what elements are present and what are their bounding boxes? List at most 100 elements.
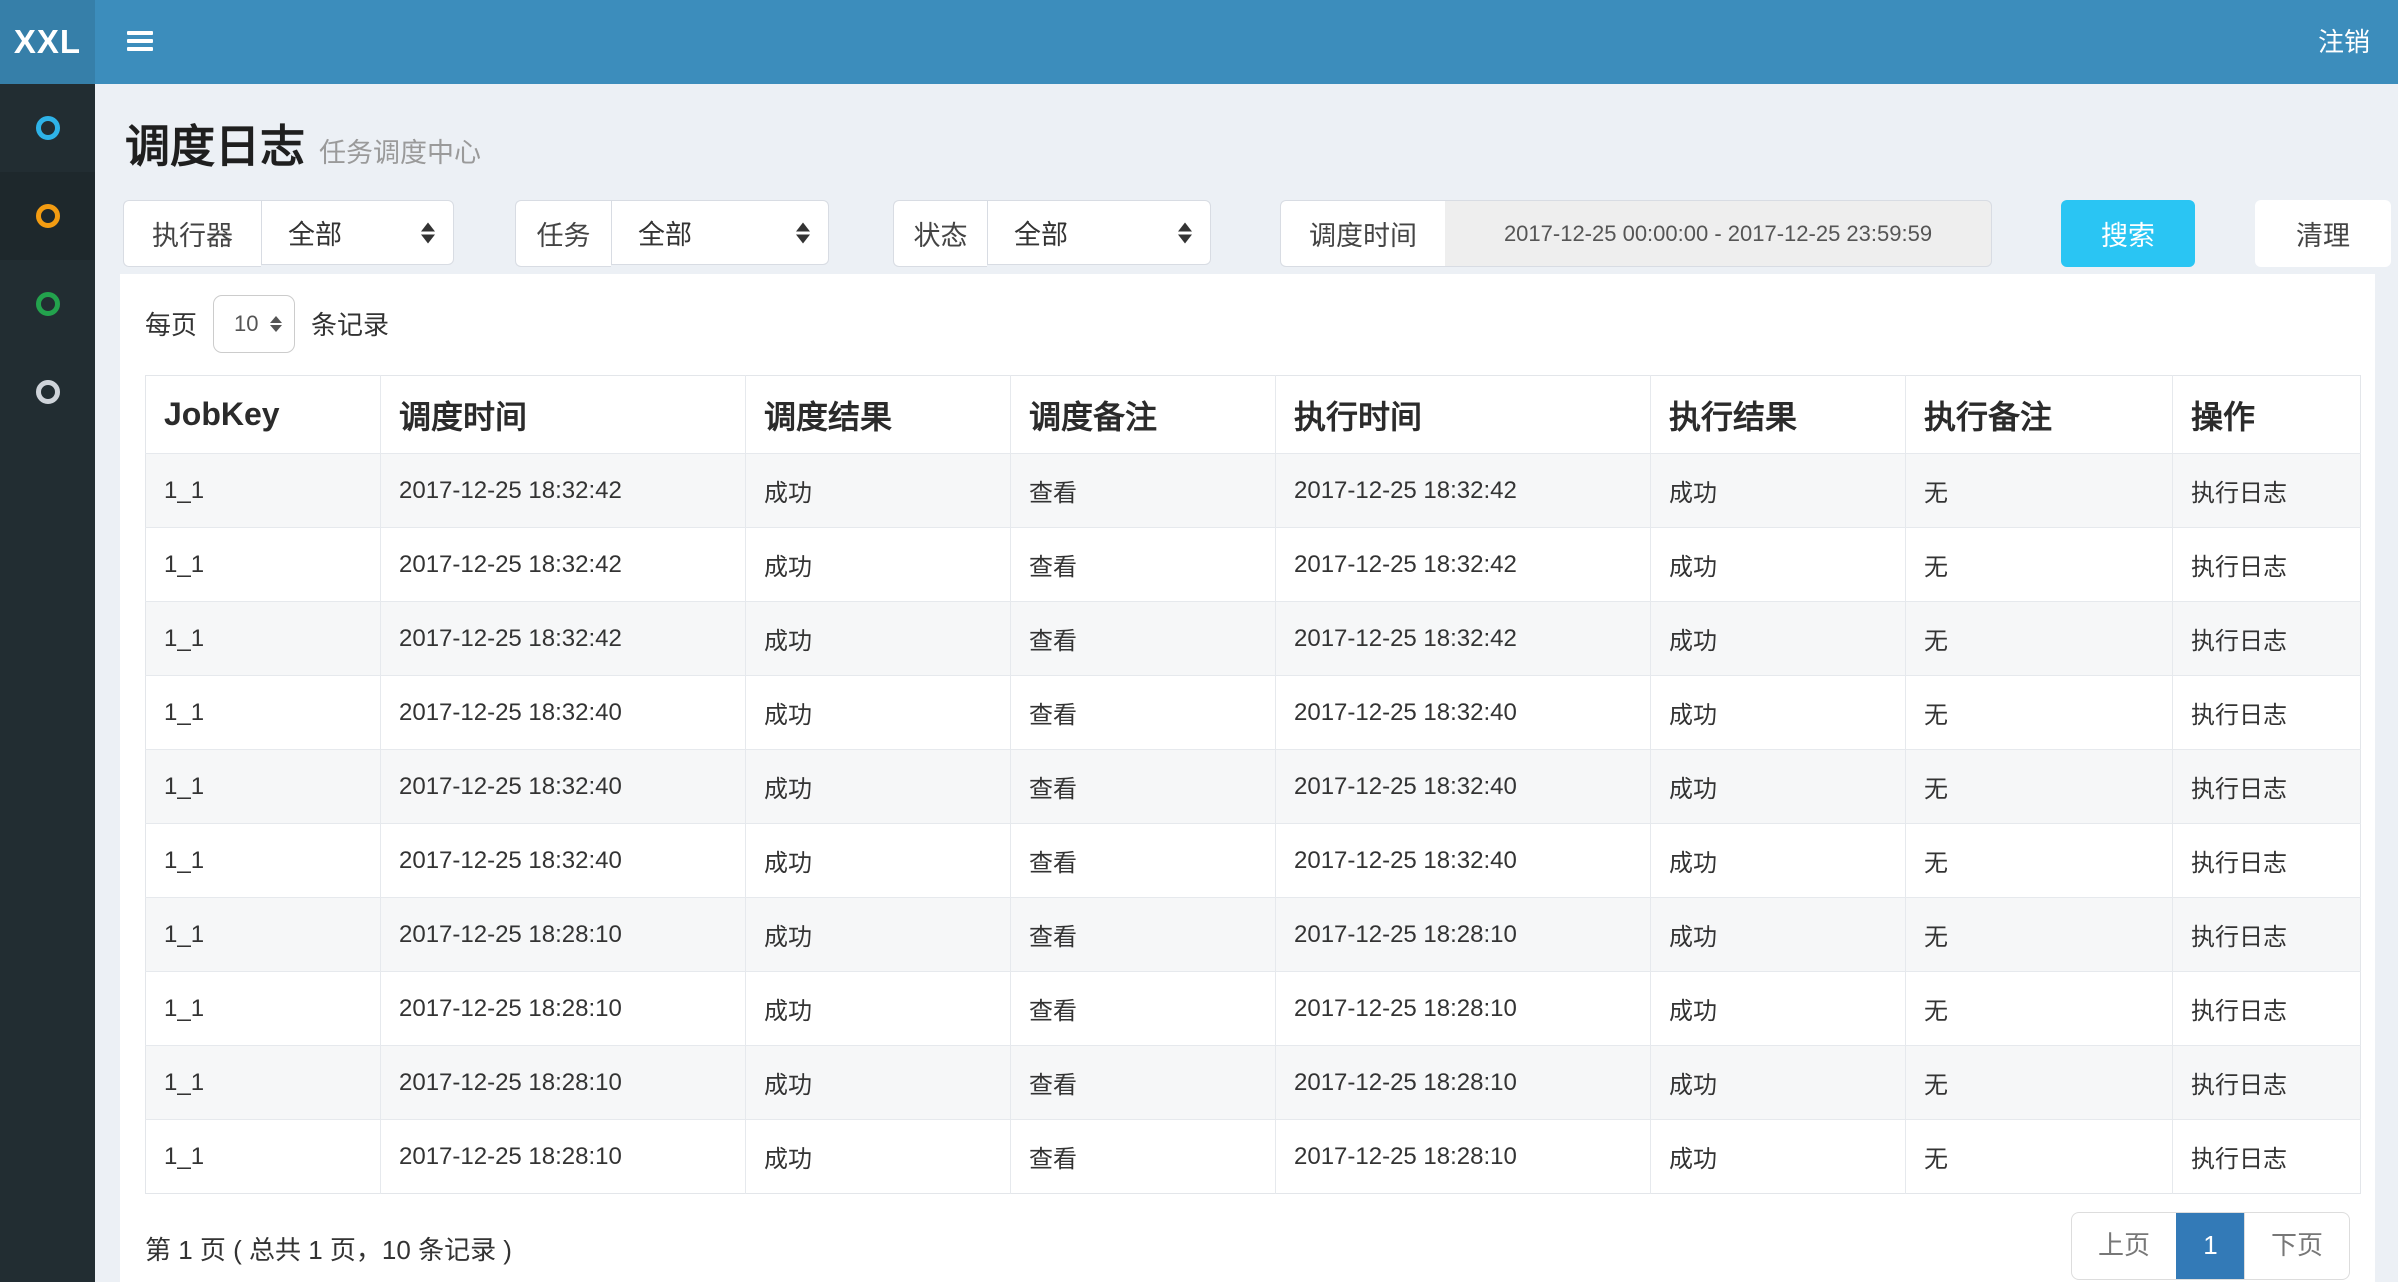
search-button[interactable]: 搜索 (2061, 200, 2195, 267)
sidebar-item-3[interactable] (0, 260, 95, 348)
handle-result-cell: 成功 (1651, 898, 1906, 972)
status-filter-group: 状态 全部 (893, 200, 1211, 267)
next-page-button[interactable]: 下页 (2244, 1213, 2349, 1279)
prev-page-button[interactable]: 上页 (2072, 1213, 2176, 1279)
job-select[interactable]: 全部 (611, 200, 829, 265)
execution-log-link[interactable]: 执行日志 (2173, 602, 2361, 676)
job-filter-group: 任务 全部 (515, 200, 829, 267)
circle-icon (36, 380, 60, 404)
handle-time-cell: 2017-12-25 18:32:40 (1276, 750, 1651, 824)
sidebar-item-2[interactable] (0, 172, 95, 260)
view-trigger-msg-link[interactable]: 查看 (1011, 454, 1276, 528)
jobkey-link[interactable]: 1_1 (146, 972, 381, 1046)
jobkey-link[interactable]: 1_1 (146, 602, 381, 676)
trigger-result-cell: 成功 (746, 898, 1011, 972)
jobkey-link[interactable]: 1_1 (146, 1120, 381, 1194)
view-trigger-msg-link[interactable]: 查看 (1011, 898, 1276, 972)
time-range-input[interactable] (1445, 200, 1992, 267)
brand-logo[interactable]: XXL (0, 0, 95, 84)
handle-time-cell: 2017-12-25 18:28:10 (1276, 898, 1651, 972)
trigger-time-cell: 2017-12-25 18:32:42 (381, 602, 746, 676)
time-filter-group: 调度时间 (1280, 200, 1992, 267)
status-select[interactable]: 全部 (987, 200, 1211, 265)
table-body: 1_12017-12-25 18:32:42成功查看2017-12-25 18:… (146, 454, 2361, 1194)
execution-log-link[interactable]: 执行日志 (2173, 528, 2361, 602)
status-select-value: 全部 (1014, 213, 1068, 252)
hamburger-bar (127, 39, 153, 43)
sidebar-item-4[interactable] (0, 348, 95, 436)
execution-log-link[interactable]: 执行日志 (2173, 676, 2361, 750)
handle-msg-cell: 无 (1906, 1046, 2173, 1120)
trigger-result-cell: 成功 (746, 1046, 1011, 1120)
view-trigger-msg-link[interactable]: 查看 (1011, 1046, 1276, 1120)
execution-log-link[interactable]: 执行日志 (2173, 1046, 2361, 1120)
jobkey-link[interactable]: 1_1 (146, 824, 381, 898)
jobkey-link[interactable]: 1_1 (146, 898, 381, 972)
column-header-2: 调度时间 (381, 376, 746, 454)
handle-result-cell: 成功 (1651, 972, 1906, 1046)
handle-msg-cell: 无 (1906, 1120, 2173, 1194)
handle-msg-cell: 无 (1906, 602, 2173, 676)
page-length-select[interactable]: 10 (213, 295, 295, 353)
trigger-result-cell: 成功 (746, 676, 1011, 750)
view-trigger-msg-link[interactable]: 查看 (1011, 750, 1276, 824)
content-area: 调度日志任务调度中心 执行器 全部 任务 全部 状态 全部 (95, 84, 2398, 1282)
trigger-time-cell: 2017-12-25 18:32:42 (381, 454, 746, 528)
jobkey-link[interactable]: 1_1 (146, 528, 381, 602)
view-trigger-msg-link[interactable]: 查看 (1011, 1120, 1276, 1194)
select-updown-icon (421, 222, 435, 243)
trigger-result-cell: 成功 (746, 602, 1011, 676)
current-page-button[interactable]: 1 (2176, 1213, 2244, 1279)
select-updown-icon (270, 316, 282, 332)
execution-log-link[interactable]: 执行日志 (2173, 1120, 2361, 1194)
sidebar-item-1[interactable] (0, 84, 95, 172)
handle-msg-cell: 无 (1906, 676, 2173, 750)
view-trigger-msg-link[interactable]: 查看 (1011, 972, 1276, 1046)
jobkey-link[interactable]: 1_1 (146, 676, 381, 750)
handle-msg-cell: 无 (1906, 528, 2173, 602)
column-header-8: 操作 (2173, 376, 2361, 454)
handle-result-cell: 成功 (1651, 1120, 1906, 1194)
jobkey-link[interactable]: 1_1 (146, 1046, 381, 1120)
handle-result-cell: 成功 (1651, 602, 1906, 676)
execution-log-link[interactable]: 执行日志 (2173, 972, 2361, 1046)
handle-time-cell: 2017-12-25 18:28:10 (1276, 1120, 1651, 1194)
table-row: 1_12017-12-25 18:32:42成功查看2017-12-25 18:… (146, 454, 2361, 528)
select-updown-icon (796, 222, 810, 243)
circle-icon (36, 116, 60, 140)
table-row: 1_12017-12-25 18:32:40成功查看2017-12-25 18:… (146, 676, 2361, 750)
trigger-result-cell: 成功 (746, 972, 1011, 1046)
table-row: 1_12017-12-25 18:28:10成功查看2017-12-25 18:… (146, 972, 2361, 1046)
view-trigger-msg-link[interactable]: 查看 (1011, 528, 1276, 602)
executor-filter-group: 执行器 全部 (123, 200, 454, 267)
handle-result-cell: 成功 (1651, 676, 1906, 750)
jobkey-link[interactable]: 1_1 (146, 750, 381, 824)
execution-log-link[interactable]: 执行日志 (2173, 824, 2361, 898)
page-length-suffix: 条记录 (311, 305, 389, 342)
trigger-time-cell: 2017-12-25 18:28:10 (381, 972, 746, 1046)
logout-link[interactable]: 注销 (2318, 0, 2370, 84)
column-header-1: JobKey (146, 376, 381, 454)
view-trigger-msg-link[interactable]: 查看 (1011, 602, 1276, 676)
trigger-result-cell: 成功 (746, 824, 1011, 898)
jobkey-link[interactable]: 1_1 (146, 454, 381, 528)
execution-log-link[interactable]: 执行日志 (2173, 454, 2361, 528)
view-trigger-msg-link[interactable]: 查看 (1011, 824, 1276, 898)
clear-button[interactable]: 清理 (2255, 200, 2391, 267)
page-length-row: 每页 10 条记录 (145, 290, 389, 357)
page-length-value: 10 (234, 311, 258, 337)
handle-msg-cell: 无 (1906, 972, 2173, 1046)
table-header: JobKey调度时间调度结果调度备注执行时间执行结果执行备注操作 (146, 376, 2361, 454)
execution-log-link[interactable]: 执行日志 (2173, 898, 2361, 972)
trigger-result-cell: 成功 (746, 454, 1011, 528)
trigger-time-cell: 2017-12-25 18:32:42 (381, 528, 746, 602)
trigger-result-cell: 成功 (746, 750, 1011, 824)
execution-log-link[interactable]: 执行日志 (2173, 750, 2361, 824)
sidebar-toggle-hamburger-icon[interactable] (127, 31, 153, 53)
executor-select[interactable]: 全部 (261, 200, 454, 265)
column-header-4: 调度备注 (1011, 376, 1276, 454)
dispatch-log-table: JobKey调度时间调度结果调度备注执行时间执行结果执行备注操作 1_12017… (145, 375, 2361, 1194)
trigger-time-cell: 2017-12-25 18:32:40 (381, 824, 746, 898)
view-trigger-msg-link[interactable]: 查看 (1011, 676, 1276, 750)
trigger-time-cell: 2017-12-25 18:28:10 (381, 1046, 746, 1120)
